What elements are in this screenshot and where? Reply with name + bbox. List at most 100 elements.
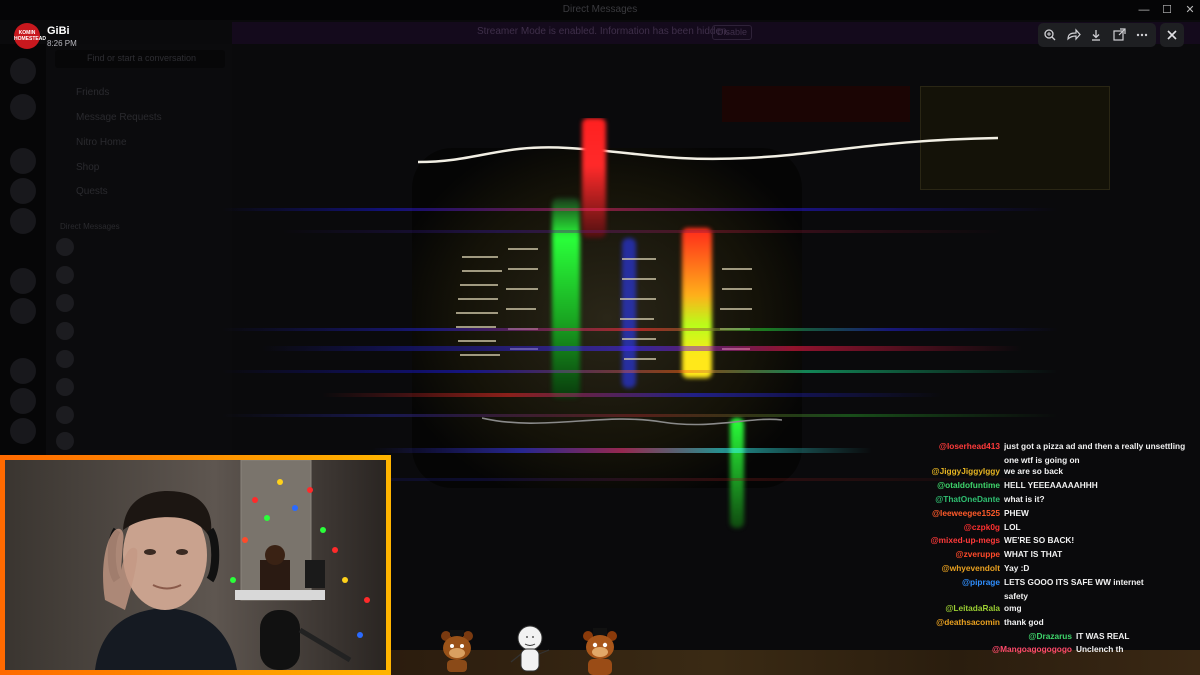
author-avatar[interactable]: KOMIN HOMESTEAD xyxy=(14,23,46,49)
webcam-feed xyxy=(0,455,391,675)
chat-username: @mixed-up-megs xyxy=(930,535,1000,545)
chat-username: @piprage xyxy=(961,577,1000,587)
server-icon[interactable] xyxy=(10,58,36,84)
stream-chat: @loserhead413 just got a pizza ad and th… xyxy=(931,437,1200,675)
nav-friends[interactable]: Friends xyxy=(76,87,109,98)
avatar xyxy=(56,350,74,368)
dancing-bean-sticker xyxy=(510,625,550,672)
data-line xyxy=(460,284,498,286)
minimize-icon[interactable]: — xyxy=(1136,2,1152,18)
open-external-icon[interactable] xyxy=(1110,26,1128,44)
data-line xyxy=(622,258,656,260)
server-icon[interactable] xyxy=(10,298,36,324)
nav-quests[interactable]: Quests xyxy=(76,186,108,197)
glitch-streak xyxy=(222,370,1058,373)
data-line xyxy=(460,354,500,356)
data-line xyxy=(506,308,536,310)
chat-username: @czpk0g xyxy=(963,522,1000,532)
server-icon[interactable] xyxy=(10,148,36,174)
dm-list-item[interactable] xyxy=(56,350,156,368)
chat-text: WE'RE SO BACK! xyxy=(1004,535,1075,545)
dm-list-item[interactable] xyxy=(56,266,156,284)
avatar xyxy=(56,378,74,396)
data-line xyxy=(620,318,654,320)
server-icon[interactable] xyxy=(10,358,36,384)
chat-username: @zveruppe xyxy=(955,549,1000,559)
glitch-column-top xyxy=(582,118,606,238)
close-icon[interactable] xyxy=(1160,23,1184,47)
chat-text: PHEW xyxy=(1004,508,1029,518)
data-line xyxy=(458,298,498,300)
glitch-column-green xyxy=(552,198,580,398)
viewer-toolbar xyxy=(1038,23,1156,47)
data-line xyxy=(622,338,656,340)
glitch-streak xyxy=(222,328,1058,331)
avatar xyxy=(56,322,74,340)
avatar xyxy=(56,294,74,312)
glitch-streak xyxy=(322,393,942,397)
more-icon[interactable] xyxy=(1133,26,1151,44)
nav-message-requests[interactable]: Message Requests xyxy=(76,112,162,123)
server-icon[interactable] xyxy=(10,94,36,120)
background-card xyxy=(722,86,910,122)
chat-text: IT WAS REAL xyxy=(1076,631,1130,641)
author-name[interactable]: GiBi xyxy=(47,25,70,37)
chat-username: @deathsacomin xyxy=(936,617,1000,627)
chat-text: LETS GOOO ITS SAFE WW internet safety xyxy=(1004,577,1144,601)
chat-text: just got a pizza ad and then a really un… xyxy=(1004,441,1186,465)
dm-list-item[interactable] xyxy=(56,238,156,256)
data-line xyxy=(722,288,752,290)
data-line xyxy=(462,270,502,272)
chat-text: HELL YEEEAAAAAHHH xyxy=(1004,480,1098,490)
dm-search-input[interactable]: Find or start a conversation xyxy=(55,50,225,68)
dm-list-item[interactable] xyxy=(56,378,156,396)
data-line xyxy=(506,288,538,290)
glitch-streak xyxy=(262,346,1022,351)
frame-bottom-wave xyxy=(482,417,782,426)
server-icon[interactable] xyxy=(10,178,36,204)
dm-list-item[interactable] xyxy=(56,432,156,450)
avatar xyxy=(56,266,74,284)
dm-list-item[interactable] xyxy=(56,406,156,424)
chat-username: @Mangoagogogogo xyxy=(992,644,1072,654)
data-line xyxy=(456,312,498,314)
dm-list-item[interactable] xyxy=(56,294,156,312)
forward-icon[interactable] xyxy=(1064,26,1082,44)
chat-text: thank god xyxy=(1004,617,1044,627)
glitch-streak xyxy=(372,448,872,453)
glitch-streak xyxy=(222,208,1058,211)
window-close-icon[interactable]: ✕ xyxy=(1182,2,1198,18)
zoom-icon[interactable] xyxy=(1041,26,1059,44)
chat-text: LOL xyxy=(1004,522,1021,532)
data-line xyxy=(508,248,538,250)
image-viewer-header: KOMIN HOMESTEAD GiBi 8:26 PM xyxy=(0,20,1200,50)
server-icon[interactable] xyxy=(10,418,36,444)
data-line xyxy=(720,308,752,310)
chat-username: @loserhead413 xyxy=(938,441,1000,451)
freddy-plush-sticker xyxy=(583,628,617,675)
nav-nitro-home[interactable]: Nitro Home xyxy=(76,137,127,148)
server-icon[interactable] xyxy=(10,388,36,414)
download-icon[interactable] xyxy=(1087,26,1105,44)
webcam-scene xyxy=(5,460,386,670)
chat-username: @otaldofuntime xyxy=(937,480,1000,490)
chat-text: Yay :D xyxy=(1004,563,1030,573)
glitch-column-red xyxy=(682,228,712,378)
server-icon[interactable] xyxy=(10,268,36,294)
data-line xyxy=(620,298,656,300)
dm-section-label: Direct Messages xyxy=(60,222,120,231)
avatar xyxy=(56,238,74,256)
chat-username: @leeweegee1525 xyxy=(931,508,1000,518)
dm-list-item[interactable] xyxy=(56,322,156,340)
glitch-streak xyxy=(282,230,1002,233)
chat-username: @whyevendolt xyxy=(941,563,1000,573)
chat-username: @ThatOneDante xyxy=(935,494,1000,504)
nav-shop[interactable]: Shop xyxy=(76,162,99,173)
message-timestamp: 8:26 PM xyxy=(47,39,77,48)
maximize-icon[interactable]: ☐ xyxy=(1159,2,1175,18)
server-icon[interactable] xyxy=(10,208,36,234)
chat-username: @Drazarus xyxy=(1028,631,1072,641)
data-line xyxy=(624,358,656,360)
data-line xyxy=(458,340,496,342)
avatar xyxy=(56,432,74,450)
